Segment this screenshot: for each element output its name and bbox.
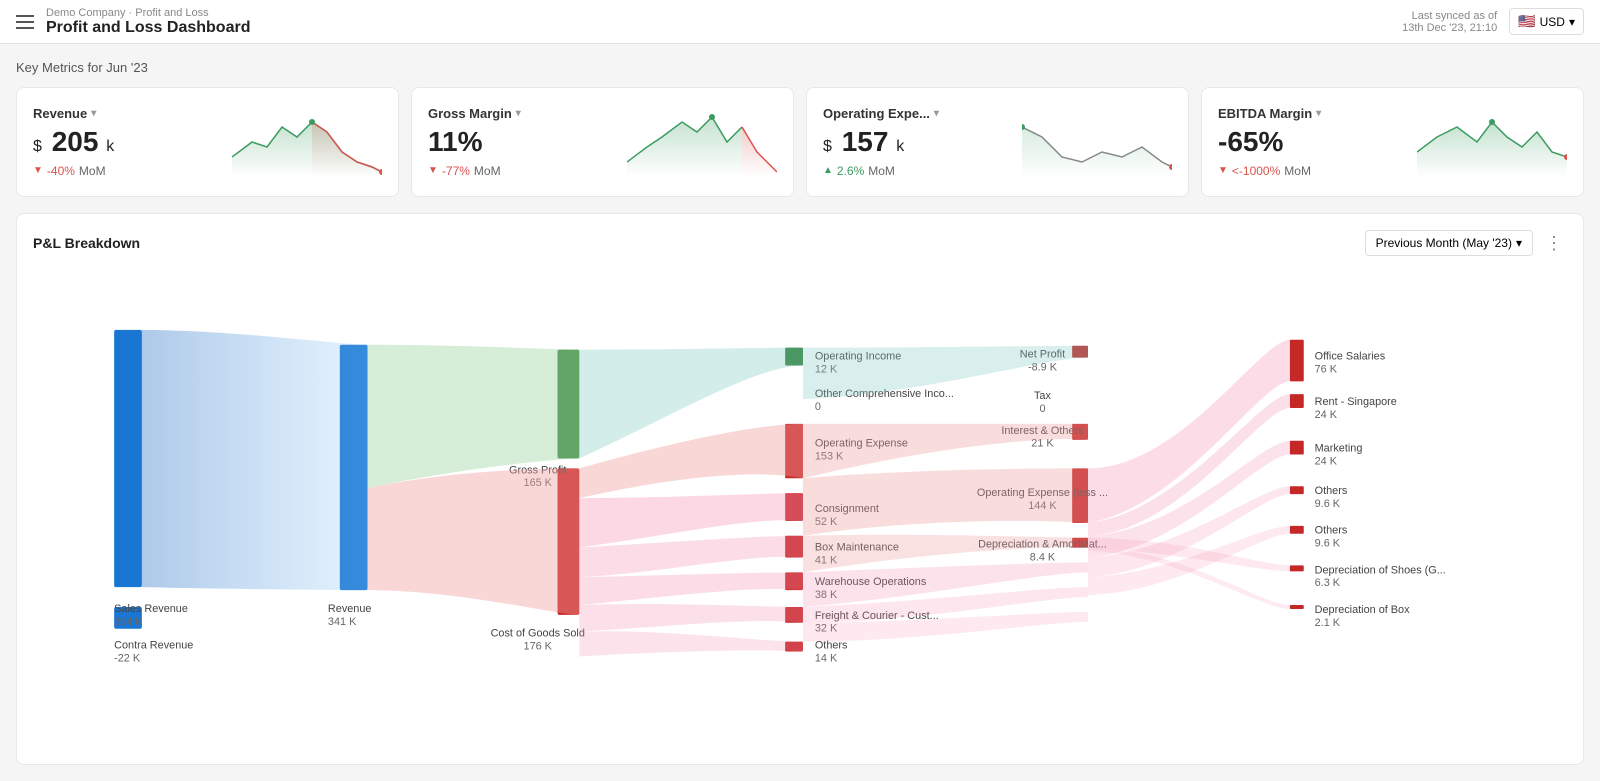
period-chevron-icon: ▾ bbox=[1516, 236, 1522, 250]
others-r3b-value: 9.6 K bbox=[1315, 538, 1341, 550]
marketing-bar[interactable] bbox=[1290, 441, 1304, 455]
metric-card-revenue: Revenue ▾ $ 205 k ▼ -40% MoM bbox=[16, 87, 399, 197]
metric-value-gross-margin: 11% bbox=[428, 127, 627, 158]
main-content: Key Metrics for Jun '23 Revenue ▾ $ 205 … bbox=[0, 44, 1600, 781]
breakdown-title: P&L Breakdown bbox=[33, 235, 140, 251]
revenue-value: 341 K bbox=[328, 616, 357, 628]
office-salaries-label: Office Salaries bbox=[1315, 351, 1386, 363]
cogs-to-others-flow bbox=[579, 631, 803, 656]
more-options-button[interactable]: ⋮ bbox=[1541, 233, 1567, 254]
sales-revenue-label: Sales Revenue bbox=[114, 603, 188, 615]
office-salaries-bar[interactable] bbox=[1290, 340, 1304, 382]
metric-label-operating-expense[interactable]: Operating Expe... ▾ bbox=[823, 106, 1022, 121]
currency-selector[interactable]: 🇺🇸 USD ▾ bbox=[1509, 8, 1584, 35]
top-bar-left: Demo Company · Profit and Loss Profit an… bbox=[16, 7, 250, 37]
breakdown-header: P&L Breakdown Previous Month (May '23) ▾… bbox=[33, 230, 1567, 256]
currency-label: USD bbox=[1540, 15, 1565, 29]
gross-margin-chevron-icon: ▾ bbox=[516, 108, 521, 119]
metric-mom-operating-expense: ▲ 2.6% MoM bbox=[823, 164, 1022, 178]
ebitda-margin-mom-icon: ▼ bbox=[1218, 165, 1228, 176]
dep-box-value: 2.1 K bbox=[1315, 617, 1341, 629]
operating-expense-mini-chart bbox=[1022, 107, 1172, 177]
cogs-to-warehouse-flow bbox=[579, 572, 803, 605]
dep-shoes-bar[interactable] bbox=[1290, 565, 1304, 571]
metric-mom-revenue: ▼ -40% MoM bbox=[33, 164, 232, 178]
operating-expense-mom-icon: ▲ bbox=[823, 165, 833, 176]
tax-value: 0 bbox=[1039, 403, 1045, 415]
dep-box-label: Depreciation of Box bbox=[1315, 604, 1410, 616]
rent-singapore-label: Rent - Singapore bbox=[1315, 396, 1397, 408]
top-bar-right: Last synced as of 13th Dec '23, 21:10 🇺🇸… bbox=[1402, 8, 1584, 35]
marketing-value: 24 K bbox=[1315, 455, 1338, 467]
metric-left-operating-expense: Operating Expe... ▾ $ 157 k ▲ 2.6% MoM bbox=[823, 106, 1022, 178]
cogs-label: Cost of Goods Sold bbox=[491, 628, 585, 640]
cogs-value: 176 K bbox=[524, 641, 553, 653]
ebitda-margin-mini-chart bbox=[1417, 107, 1567, 177]
revenue-chevron-icon: ▾ bbox=[91, 108, 96, 119]
metrics-row: Revenue ▾ $ 205 k ▼ -40% MoM bbox=[16, 87, 1584, 197]
depreciation-value: 8.4 K bbox=[1030, 551, 1056, 563]
currency-flag: 🇺🇸 bbox=[1518, 13, 1535, 30]
period-selector[interactable]: Previous Month (May '23) ▾ bbox=[1365, 230, 1533, 256]
metric-card-gross-margin: Gross Margin ▾ 11% ▼ -77% MoM bbox=[411, 87, 794, 197]
metric-value-ebitda-margin: -65% bbox=[1218, 127, 1417, 158]
metric-left-revenue: Revenue ▾ $ 205 k ▼ -40% MoM bbox=[33, 106, 232, 178]
rent-singapore-bar[interactable] bbox=[1290, 394, 1304, 408]
operating-expense-chevron-icon: ▾ bbox=[934, 108, 939, 119]
dep-box-bar[interactable] bbox=[1290, 605, 1304, 609]
ebitda-margin-chevron-icon: ▾ bbox=[1316, 108, 1321, 119]
metric-label-gross-margin[interactable]: Gross Margin ▾ bbox=[428, 106, 627, 121]
rent-singapore-value: 24 K bbox=[1315, 409, 1338, 421]
metric-card-operating-expense: Operating Expe... ▾ $ 157 k ▲ 2.6% MoM bbox=[806, 87, 1189, 197]
metric-left-gross-margin: Gross Margin ▾ 11% ▼ -77% MoM bbox=[428, 106, 627, 178]
page-title: Profit and Loss Dashboard bbox=[46, 19, 250, 37]
cogs-to-freight-flow bbox=[579, 604, 803, 632]
mom-down-icon: ▼ bbox=[33, 165, 43, 176]
metric-label-revenue[interactable]: Revenue ▾ bbox=[33, 106, 232, 121]
other-comp-income-value: 0 bbox=[815, 401, 821, 413]
opex-to-opexless-flow bbox=[803, 468, 1088, 535]
dep-shoes-value: 6.3 K bbox=[1315, 577, 1341, 589]
sales-revenue-value: 364 K bbox=[114, 616, 143, 628]
breakdown-section: P&L Breakdown Previous Month (May '23) ▾… bbox=[16, 213, 1584, 765]
office-salaries-value: 76 K bbox=[1315, 363, 1338, 375]
revenue-mini-chart bbox=[232, 107, 382, 177]
metric-mom-gross-margin: ▼ -77% MoM bbox=[428, 164, 627, 178]
top-bar: Demo Company · Profit and Loss Profit an… bbox=[0, 0, 1600, 44]
breakdown-controls: Previous Month (May '23) ▾ ⋮ bbox=[1365, 230, 1567, 256]
others-1-value: 14 K bbox=[815, 652, 838, 664]
contra-revenue-value: -22 K bbox=[114, 652, 141, 664]
sankey-diagram: Sales Revenue 364 K Contra Revenue -22 K… bbox=[33, 268, 1567, 748]
metric-value-operating-expense: $ 157 k bbox=[823, 127, 1022, 158]
others-r3a-bar[interactable] bbox=[1290, 486, 1304, 494]
sankey-svg: Sales Revenue 364 K Contra Revenue -22 K… bbox=[33, 268, 1567, 748]
gross-margin-mom-icon: ▼ bbox=[428, 165, 438, 176]
breadcrumb: Demo Company · Profit and Loss bbox=[46, 7, 250, 19]
tax-label: Tax bbox=[1034, 390, 1051, 402]
revenue-to-cogs-flow bbox=[368, 468, 580, 614]
others-r3a-label: Others bbox=[1315, 485, 1348, 497]
dep-shoes-label: Depreciation of Shoes (G... bbox=[1315, 564, 1446, 576]
others-r3a-value: 9.6 K bbox=[1315, 498, 1341, 510]
sales-revenue-bar[interactable] bbox=[114, 330, 142, 587]
metric-mom-ebitda-margin: ▼ <-1000% MoM bbox=[1218, 164, 1417, 178]
hamburger-menu[interactable] bbox=[16, 15, 34, 29]
opexless-to-salaries-flow bbox=[1088, 340, 1290, 523]
metric-left-ebitda-margin: EBITDA Margin ▾ -65% ▼ <-1000% MoM bbox=[1218, 106, 1417, 178]
metrics-section-title: Key Metrics for Jun '23 bbox=[16, 60, 1584, 75]
contra-revenue-label: Contra Revenue bbox=[114, 640, 193, 652]
metric-value-revenue: $ 205 k bbox=[33, 127, 232, 158]
gross-margin-mini-chart bbox=[627, 107, 777, 177]
others-r3b-label: Others bbox=[1315, 525, 1348, 537]
period-label: Previous Month (May '23) bbox=[1376, 236, 1512, 250]
currency-chevron-icon: ▾ bbox=[1569, 15, 1575, 29]
metric-card-ebitda-margin: EBITDA Margin ▾ -65% ▼ <-1000% MoM bbox=[1201, 87, 1584, 197]
marketing-label: Marketing bbox=[1315, 443, 1363, 455]
metric-label-ebitda-margin[interactable]: EBITDA Margin ▾ bbox=[1218, 106, 1417, 121]
sales-to-revenue-flow bbox=[142, 330, 368, 590]
sync-info: Last synced as of 13th Dec '23, 21:10 bbox=[1402, 10, 1497, 34]
others-r3b-bar[interactable] bbox=[1290, 526, 1304, 534]
revenue-label: Revenue bbox=[328, 603, 372, 615]
